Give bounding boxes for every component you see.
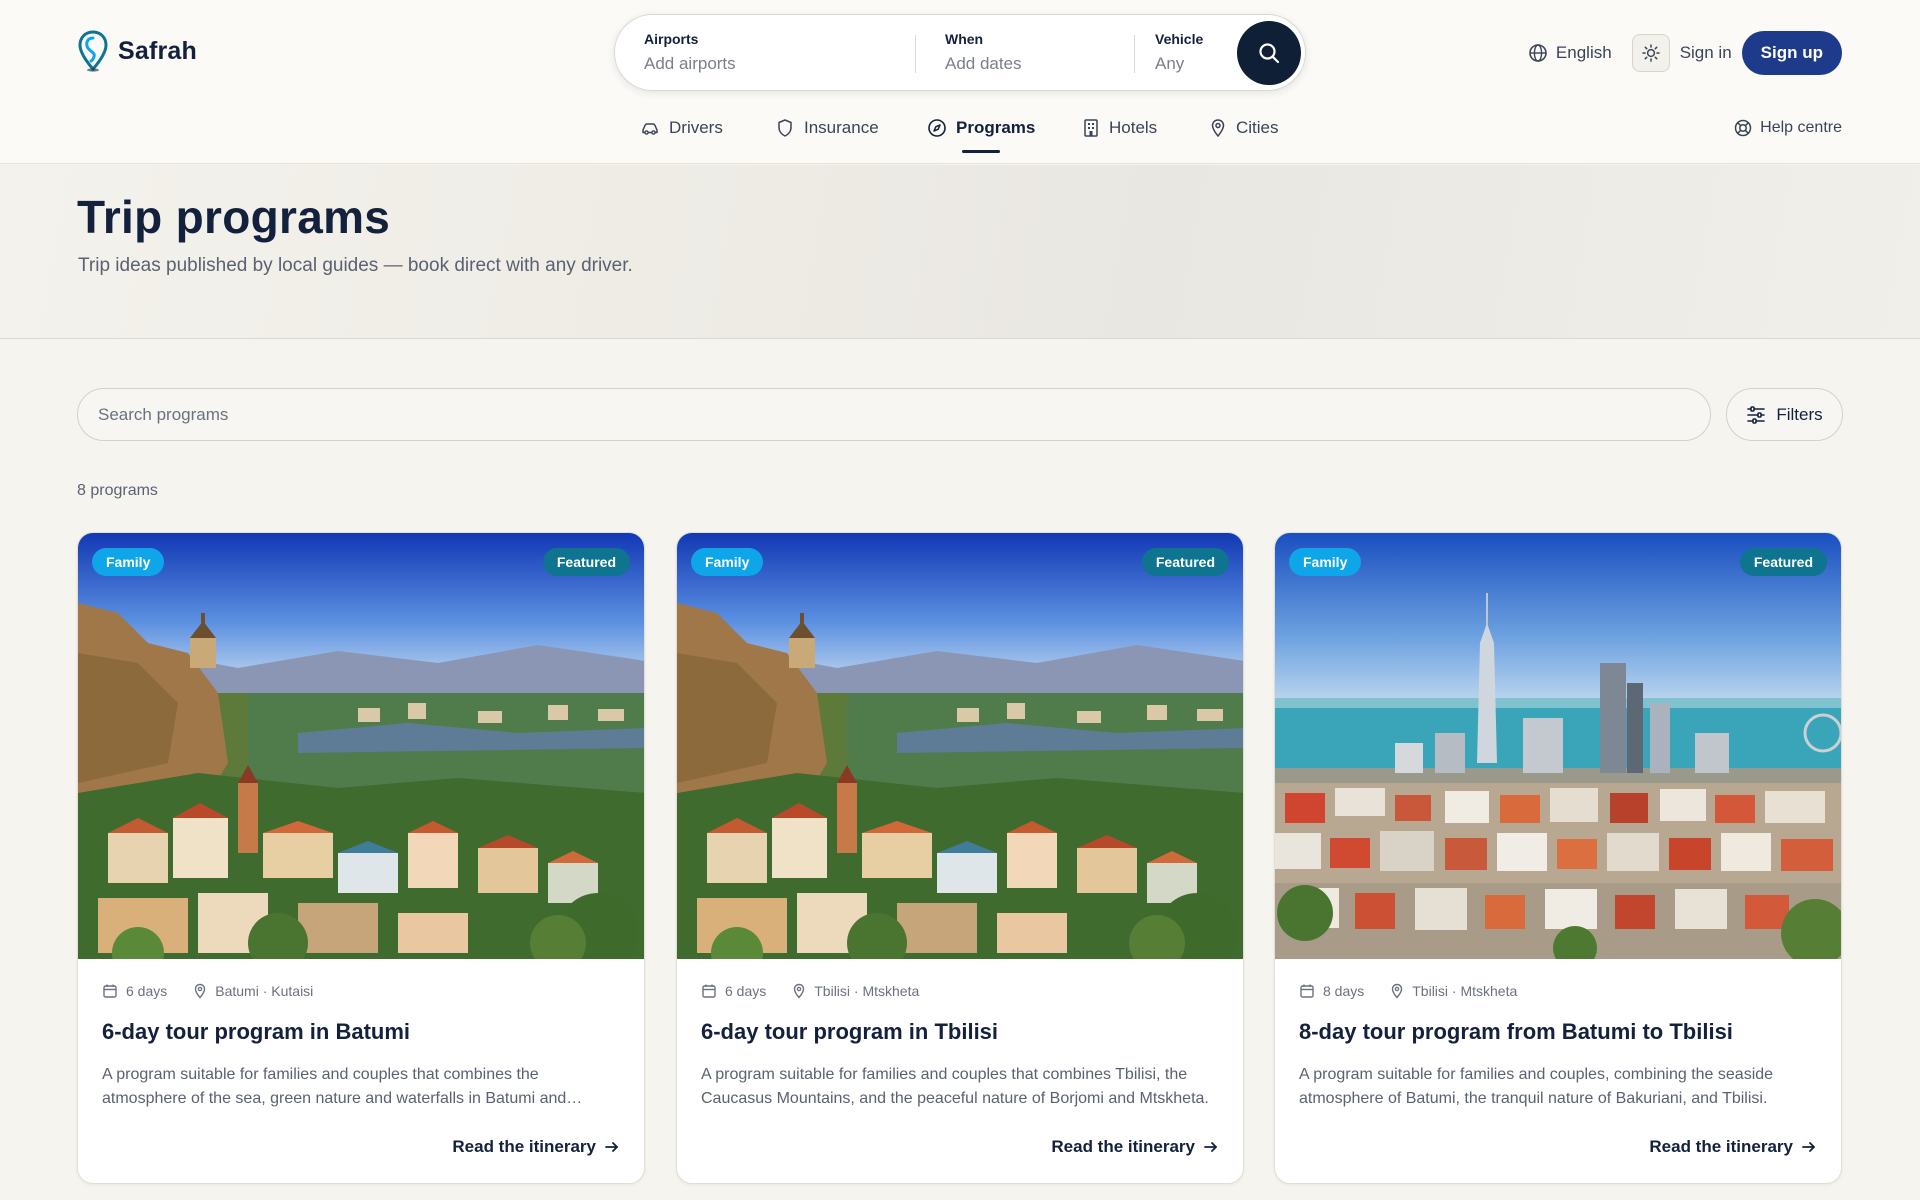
program-route: Tbilisi · Mtskheta: [1412, 983, 1518, 999]
nav-item-insurance[interactable]: Insurance: [775, 116, 879, 140]
compass-icon: [928, 119, 946, 137]
building-icon: [1084, 119, 1098, 137]
page-hero: Trip programs Trip ideas published by lo…: [0, 165, 1920, 339]
tbilisi-old-town-photo: [78, 533, 644, 959]
filters-button[interactable]: Filters: [1726, 388, 1843, 441]
page-title: Trip programs: [77, 191, 391, 243]
featured-badge: Featured: [542, 548, 630, 576]
featured-badge: Featured: [1141, 548, 1229, 576]
results-count: 8 programs: [77, 482, 158, 499]
program-card[interactable]: Family Featured 6 days Tbilisi · Mtskhet…: [676, 532, 1244, 1184]
nav-label: Insurance: [804, 118, 879, 137]
family-badge: Family: [92, 548, 165, 576]
nav-label: Programs: [956, 118, 1036, 137]
logo-pin-icon: [78, 30, 108, 72]
vehicle-label: Vehicle: [1155, 31, 1204, 47]
read-itinerary-link[interactable]: Read the itinerary: [1649, 1137, 1817, 1157]
sliders-icon: [1747, 405, 1766, 424]
featured-badge: Featured: [1739, 548, 1827, 576]
program-meta: 6 days Tbilisi · Mtskheta: [701, 983, 919, 999]
when-value: Add dates: [945, 54, 1022, 73]
program-card[interactable]: Family Featured 8 days Tbilisi · Mtskhet…: [1274, 532, 1842, 1184]
program-route: Batumi · Kutaisi: [215, 983, 314, 999]
map-pin-icon: [794, 983, 805, 999]
sun-icon: [1641, 44, 1660, 62]
shield-icon: [778, 119, 792, 137]
brand-name: Safrah: [118, 36, 198, 65]
calendar-icon: [103, 984, 117, 998]
program-title: 8-day tour program from Batumi to Tbilis…: [1299, 1019, 1733, 1044]
program-route: Tbilisi · Mtskheta: [814, 983, 920, 999]
help-centre-link[interactable]: Help centre: [1734, 116, 1842, 140]
program-description: A program suitable for families and coup…: [701, 1066, 1209, 1107]
program-title: 6-day tour program in Batumi: [102, 1019, 411, 1044]
nav-label: Drivers: [669, 118, 723, 137]
program-meta: 6 days Batumi · Kutaisi: [102, 983, 313, 999]
program-description: A program suitable for families and coup…: [1299, 1066, 1774, 1107]
arrow-right-icon: [605, 1142, 618, 1152]
trip-search-bar: Airports Add airports When Add dates Veh…: [614, 14, 1306, 91]
nav-label: Cities: [1236, 118, 1279, 137]
program-description: A program suitable for families and coup…: [102, 1066, 567, 1107]
program-title: 6-day tour program in Tbilisi: [701, 1019, 999, 1044]
arrow-right-icon: [1802, 1142, 1815, 1152]
airports-field[interactable]: Airports Add airports: [644, 31, 736, 74]
sign-in-link[interactable]: Sign in: [1680, 43, 1732, 63]
map-pin-icon: [1392, 983, 1403, 999]
brand-logo[interactable]: Safrah: [78, 30, 197, 72]
vehicle-value: Any: [1155, 54, 1185, 73]
help-centre-label: Help centre: [1760, 119, 1842, 136]
filters-label: Filters: [1776, 404, 1823, 424]
dates-field[interactable]: When Add dates: [945, 31, 1022, 74]
search-icon: [1259, 43, 1280, 64]
program-image: Family Featured: [1275, 533, 1841, 959]
read-itinerary-label: Read the itinerary: [1649, 1137, 1793, 1156]
airports-label: Airports: [644, 31, 699, 47]
theme-toggle-button[interactable]: [1631, 34, 1670, 72]
program-image: Family Featured: [677, 533, 1243, 959]
main-nav: Drivers Insurance Programs Hotels Cities…: [0, 116, 1920, 156]
when-label: When: [945, 31, 984, 47]
header-actions: English Sign in Sign up: [1528, 31, 1842, 75]
nav-label: Hotels: [1109, 118, 1158, 137]
search-divider: [1134, 35, 1135, 73]
read-itinerary-link[interactable]: Read the itinerary: [452, 1137, 620, 1157]
map-pin-icon: [1211, 119, 1225, 138]
tbilisi-old-town-photo: [677, 533, 1243, 959]
program-duration: 6 days: [725, 983, 767, 999]
program-image: Family Featured: [78, 533, 644, 959]
calendar-icon: [702, 984, 716, 998]
nav-item-programs[interactable]: Programs: [927, 116, 1035, 140]
search-programs-input[interactable]: [77, 388, 1711, 441]
active-tab-indicator: [962, 150, 1000, 153]
search-submit-button[interactable]: [1237, 21, 1301, 85]
family-badge: Family: [691, 548, 764, 576]
search-divider: [915, 35, 916, 73]
program-duration: 6 days: [126, 983, 168, 999]
read-itinerary-label: Read the itinerary: [452, 1137, 596, 1156]
language-label: English: [1555, 43, 1612, 62]
calendar-icon: [1300, 984, 1314, 998]
nav-item-hotels[interactable]: Hotels: [1082, 116, 1157, 140]
top-header: Safrah Airports Add airports When Add da…: [0, 0, 1920, 164]
airports-value: Add airports: [644, 54, 736, 73]
nav-item-cities[interactable]: Cities: [1209, 116, 1279, 140]
arrow-right-icon: [1204, 1142, 1217, 1152]
program-duration: 8 days: [1323, 983, 1365, 999]
vehicle-field[interactable]: Vehicle Any: [1155, 31, 1203, 74]
lifebuoy-icon: [1734, 119, 1752, 137]
batumi-skyline-photo: [1275, 533, 1841, 959]
read-itinerary-label: Read the itinerary: [1051, 1137, 1195, 1156]
globe-icon: [1529, 44, 1547, 62]
read-itinerary-link[interactable]: Read the itinerary: [1051, 1137, 1219, 1157]
map-pin-icon: [195, 983, 206, 999]
language-selector[interactable]: English: [1528, 43, 1612, 63]
sign-up-button[interactable]: Sign up: [1741, 31, 1842, 75]
family-badge: Family: [1289, 548, 1362, 576]
page-subtitle: Trip ideas published by local guides — b…: [78, 255, 633, 276]
program-meta: 8 days Tbilisi · Mtskheta: [1299, 983, 1517, 999]
nav-item-drivers[interactable]: Drivers: [640, 116, 723, 140]
program-card[interactable]: Family Featured 6 days Batumi · Kutaisi …: [77, 532, 645, 1184]
car-icon: [642, 123, 658, 135]
